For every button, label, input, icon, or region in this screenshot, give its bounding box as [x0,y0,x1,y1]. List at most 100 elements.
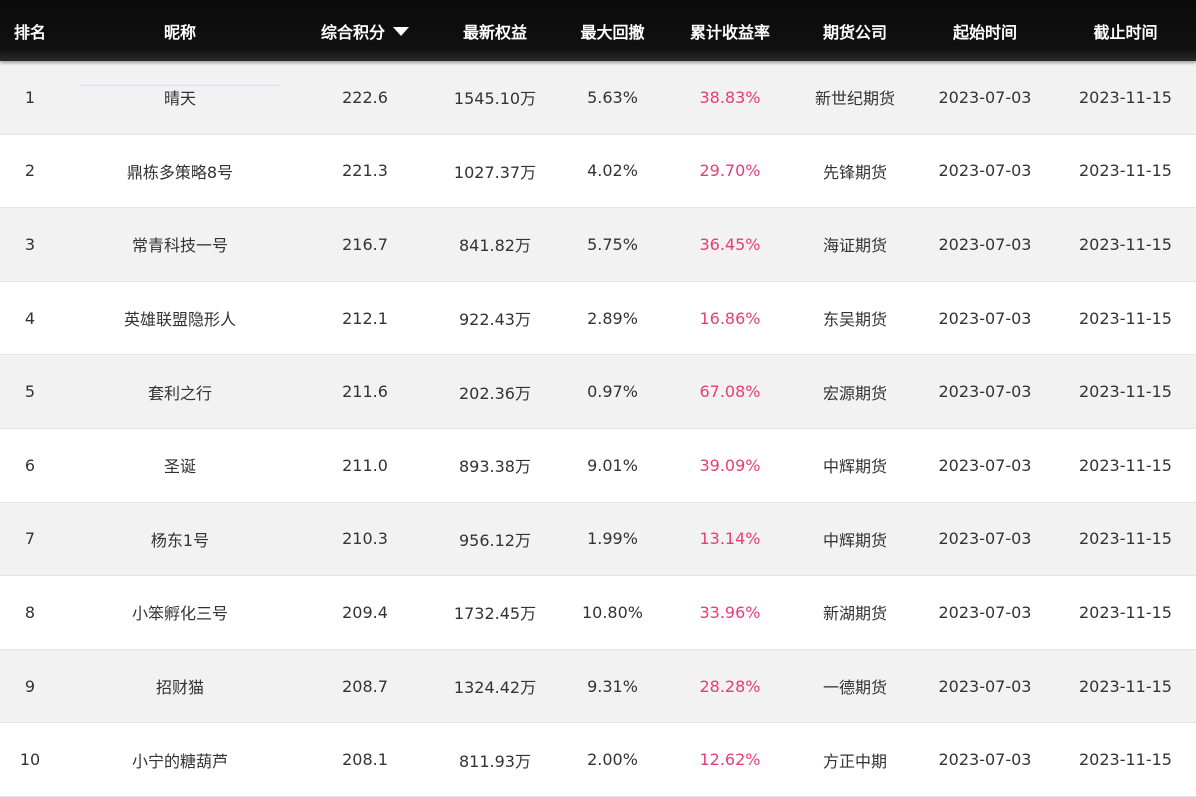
equity-cell: 1545.10万 [453,89,537,109]
rate-cell: 29.70% [699,161,761,181]
rank-cell: 8 [24,602,36,622]
name-cell[interactable]: 英雄联盟隐形人 [60,306,300,330]
rate-cell: 33.96% [699,602,761,622]
start-date-cell: 2023-07-03 [938,676,1032,696]
caret-down-icon[interactable] [393,27,409,36]
company-cell: 新湖期货 [822,604,887,624]
table-header: 排名 昵称 综合积分 最新权益 最大回撤 累计收益率 期货公司 起始时间 截止时… [0,0,1196,61]
rate-cell: 16.86% [699,308,761,328]
end-date-cell: 2023-11-15 [1079,382,1172,402]
name-cell[interactable]: 小宁的糖葫芦 [60,748,300,772]
header-score-label: 综合积分 [320,22,385,42]
name-cell[interactable]: 鼎栋多策略8号 [60,159,300,183]
score-cell: 208.1 [342,750,388,770]
rank-cell: 7 [24,529,36,549]
end-date-cell: 2023-11-15 [1079,308,1172,328]
table-row[interactable]: 8 小笨孵化三号 209.4 1732.45万 10.80% 33.96% 新湖… [0,576,1196,650]
name-cell[interactable]: 招财猫 [60,674,300,698]
score-cell: 221.3 [342,161,388,181]
header-equity[interactable]: 最新权益 [430,0,560,61]
header-rate[interactable]: 累计收益率 [665,0,795,61]
header-end-date[interactable]: 截止时间 [1055,0,1196,61]
company-cell: 海证期货 [822,236,887,256]
table-row[interactable]: 9 招财猫 208.7 1324.42万 9.31% 28.28% 一德期货 2… [0,649,1196,724]
table-row[interactable]: 3 常青科技一号 216.7 841.82万 5.75% 36.45% 海证期货… [0,208,1196,282]
score-cell: 208.7 [342,676,388,696]
score-cell: 216.7 [342,234,388,254]
header-rank[interactable]: 排名 [0,0,60,61]
start-date-cell: 2023-07-03 [938,308,1032,328]
drawdown-cell: 10.80% [581,602,643,622]
drawdown-cell: 2.89% [587,308,638,328]
table-row[interactable]: 7 杨东1号 210.3 956.12万 1.99% 13.14% 中辉期货 2… [0,502,1196,577]
rank-cell: 6 [24,455,36,475]
equity-cell: 893.38万 [459,457,531,477]
rate-cell: 36.45% [699,234,761,254]
rate-cell: 38.83% [699,87,761,107]
start-date-cell: 2023-07-03 [938,161,1032,181]
table-row[interactable]: 2 鼎栋多策略8号 221.3 1027.37万 4.02% 29.70% 先锋… [0,134,1196,209]
score-cell: 211.0 [342,455,388,475]
table-row[interactable]: 10 小宁的糖葫芦 208.1 811.93万 2.00% 12.62% 方正中… [0,723,1196,797]
equity-cell: 811.93万 [459,751,531,771]
rank-cell: 1 [24,87,36,107]
company-cell: 中辉期货 [822,530,887,550]
end-date-cell: 2023-11-15 [1079,234,1172,254]
equity-cell: 956.12万 [459,530,531,550]
score-cell: 222.6 [342,87,388,107]
end-date-cell: 2023-11-15 [1079,529,1172,549]
name-cell[interactable]: 晴天 [60,85,300,109]
rank-cell: 5 [24,382,36,402]
start-date-cell: 2023-07-03 [938,602,1032,622]
start-date-cell: 2023-07-03 [938,750,1032,770]
header-name[interactable]: 昵称 [60,0,300,61]
company-cell: 宏源期货 [822,383,887,403]
company-cell: 中辉期货 [822,457,887,477]
table-row[interactable]: 5 套利之行 211.6 202.36万 0.97% 67.08% 宏源期货 2… [0,355,1196,429]
rate-cell: 12.62% [699,750,761,770]
drawdown-cell: 4.02% [587,161,638,181]
drawdown-cell: 5.75% [587,234,638,254]
start-date-cell: 2023-07-03 [938,382,1032,402]
rate-cell: 13.14% [699,529,761,549]
drawdown-cell: 2.00% [587,750,638,770]
name-cell[interactable]: 小笨孵化三号 [60,600,300,624]
rate-cell: 39.09% [699,455,761,475]
name-cell[interactable]: 常青科技一号 [60,232,300,256]
equity-cell: 1324.42万 [453,678,537,698]
company-cell: 新世纪期货 [814,89,895,109]
equity-cell: 1732.45万 [453,604,537,624]
score-cell: 212.1 [342,308,388,328]
name-cell[interactable]: 圣诞 [60,453,300,477]
equity-cell: 1027.37万 [453,162,537,182]
company-cell: 方正中期 [822,751,887,771]
table-row[interactable]: 1 晴天 222.6 1545.10万 5.63% 38.83% 新世纪期货 2… [0,61,1196,135]
name-cell[interactable]: 杨东1号 [60,527,300,551]
header-score-sortable[interactable]: 综合积分 [300,0,430,61]
header-start-date[interactable]: 起始时间 [915,0,1055,61]
end-date-cell: 2023-11-15 [1079,455,1172,475]
equity-cell: 922.43万 [459,310,531,330]
header-company[interactable]: 期货公司 [795,0,915,61]
rank-cell: 3 [24,234,36,254]
name-cell[interactable]: 套利之行 [60,380,300,404]
company-cell: 一德期货 [822,678,887,698]
rank-cell: 2 [24,161,36,181]
end-date-cell: 2023-11-15 [1079,750,1172,770]
table-row[interactable]: 4 英雄联盟隐形人 212.1 922.43万 2.89% 16.86% 东吴期… [0,281,1196,356]
equity-cell: 202.36万 [459,383,531,403]
equity-cell: 841.82万 [459,236,531,256]
end-date-cell: 2023-11-15 [1079,602,1172,622]
drawdown-cell: 1.99% [587,529,638,549]
score-cell: 211.6 [342,382,388,402]
rank-cell: 10 [19,750,41,770]
end-date-cell: 2023-11-15 [1079,676,1172,696]
company-cell: 东吴期货 [822,310,887,330]
table-body: 1 晴天 222.6 1545.10万 5.63% 38.83% 新世纪期货 2… [0,61,1196,797]
score-cell: 209.4 [342,602,388,622]
rate-cell: 28.28% [699,676,761,696]
end-date-cell: 2023-11-15 [1079,161,1172,181]
table-row[interactable]: 6 圣诞 211.0 893.38万 9.01% 39.09% 中辉期货 202… [0,428,1196,503]
header-drawdown[interactable]: 最大回撤 [560,0,665,61]
drawdown-cell: 5.63% [587,87,638,107]
